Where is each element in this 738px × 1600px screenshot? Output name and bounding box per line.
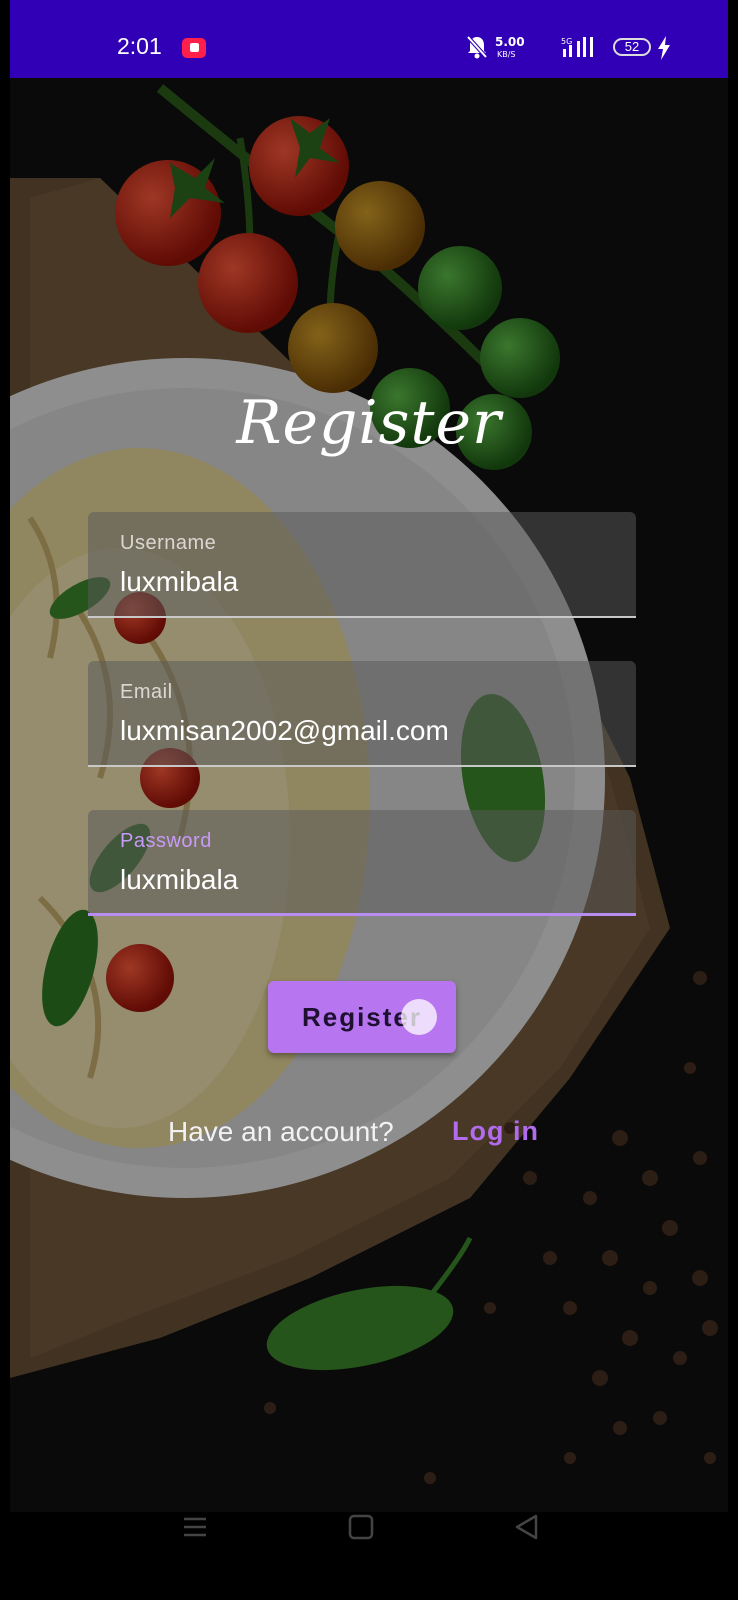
touch-indicator	[401, 999, 437, 1035]
network-type: 5G	[561, 37, 572, 46]
username-field[interactable]: Username luxmibala	[88, 512, 636, 618]
status-time: 2:01	[117, 33, 162, 59]
page-title: Register	[236, 388, 502, 458]
menu-icon[interactable]	[182, 1514, 208, 1540]
password-label: Password	[120, 830, 212, 852]
battery-level: 52	[624, 39, 640, 54]
email-field[interactable]: Email luxmisan2002@gmail.com	[88, 661, 636, 767]
youtube-notification-icon	[182, 38, 206, 58]
account-prompt-text: Have an account?	[168, 1116, 394, 1147]
food-background-image	[10, 78, 728, 1512]
bell-off-icon	[466, 35, 488, 59]
battery-icon: 52	[613, 38, 651, 56]
net-speed-value: 5.00	[495, 35, 525, 49]
password-input[interactable]: luxmibala	[120, 864, 238, 896]
email-input[interactable]: luxmisan2002@gmail.com	[120, 715, 449, 747]
status-icons: 5.00 KB/S 5G 52	[465, 34, 700, 62]
register-button[interactable]: Register	[268, 981, 456, 1053]
status-bar: 2:01 5.00 KB/S 5G 52	[10, 0, 728, 78]
net-speed-icon: 5.00 KB/S	[495, 35, 525, 59]
net-speed-unit: KB/S	[497, 50, 516, 59]
back-icon[interactable]	[514, 1514, 540, 1540]
signal-icon: 5G	[561, 37, 593, 57]
username-input[interactable]: luxmibala	[120, 566, 238, 598]
charging-icon	[658, 36, 670, 60]
password-field[interactable]: Password luxmibala	[88, 810, 636, 916]
email-label: Email	[120, 681, 173, 703]
login-link[interactable]: Log in	[452, 1116, 539, 1147]
username-label: Username	[120, 532, 217, 554]
app-screen: 2:01 5.00 KB/S 5G 52 Register Username l…	[10, 0, 728, 1512]
login-prompt-row: Have an account? Log in	[10, 1112, 728, 1156]
home-icon[interactable]	[348, 1514, 374, 1540]
